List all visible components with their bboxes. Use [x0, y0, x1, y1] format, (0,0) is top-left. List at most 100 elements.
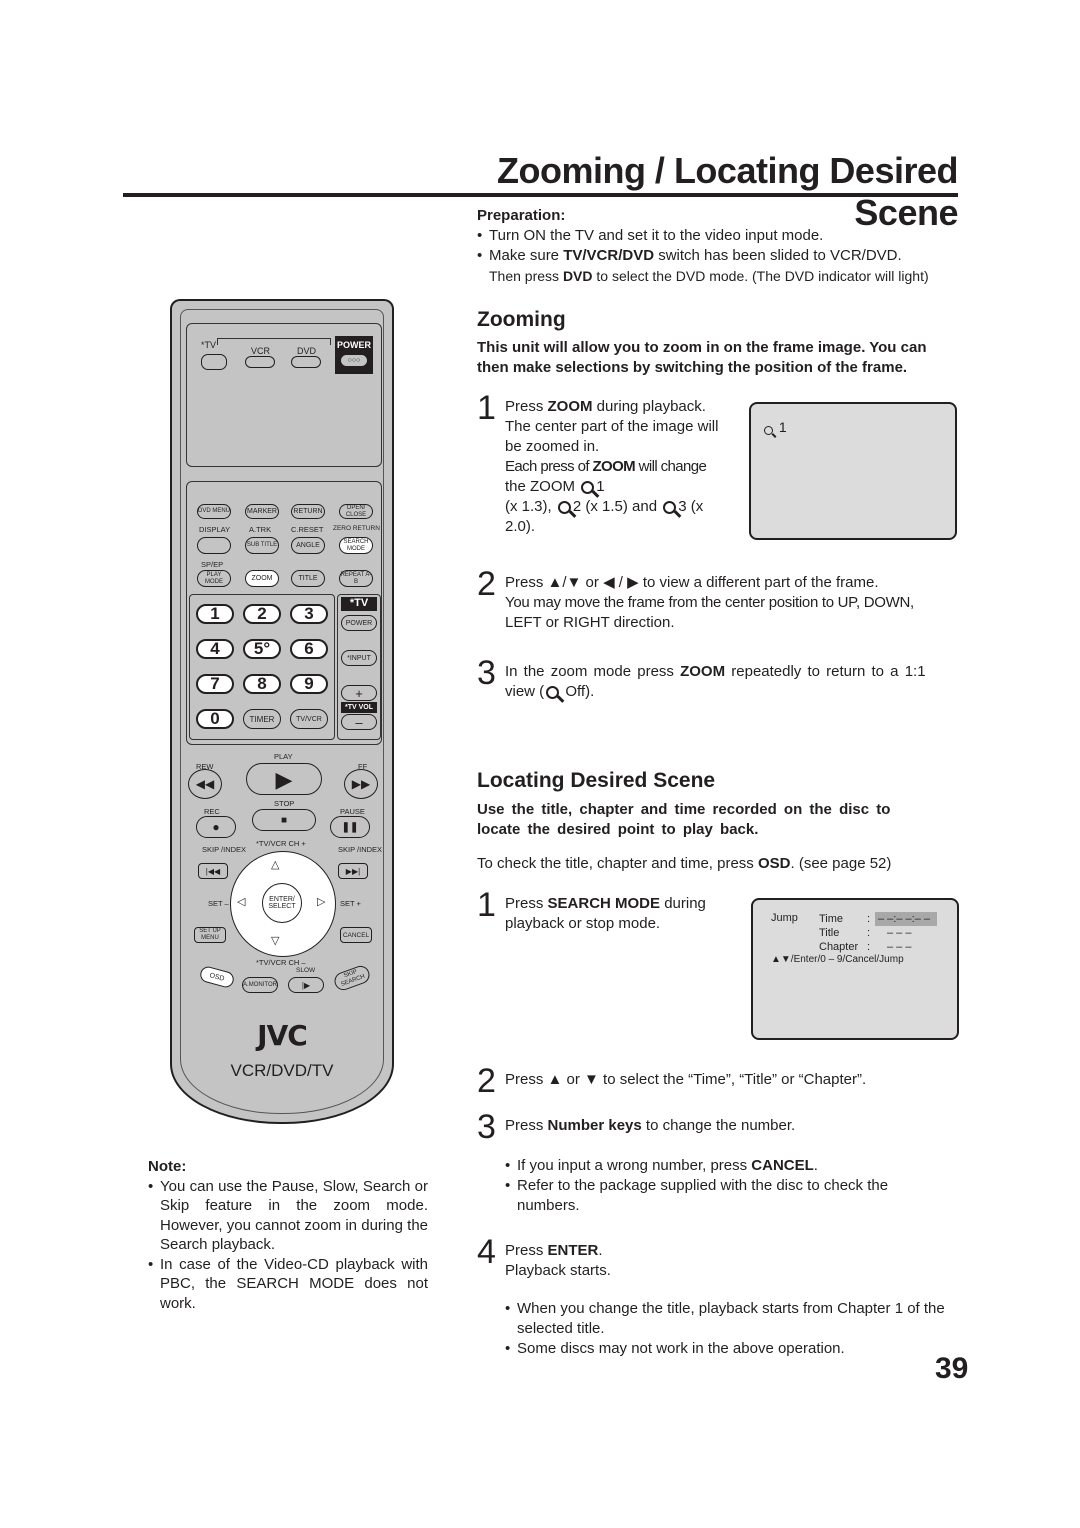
tv-volume-down-button[interactable]: –: [341, 714, 377, 730]
zoom-magnifier-icon: [663, 501, 677, 514]
vcr-button[interactable]: [245, 356, 275, 368]
open-close-button[interactable]: OPEN/ CLOSE: [339, 504, 373, 519]
left-arrow-button[interactable]: ◁: [237, 895, 245, 908]
zero-return-label: ZERO RETURN: [333, 525, 380, 532]
bullet: Refer to the package supplied with the d…: [505, 1176, 925, 1216]
jump-row-chapter[interactable]: Chapter: – – –: [819, 940, 937, 954]
play-label: PLAY: [274, 752, 293, 761]
note-bullet: In case of the Video-CD playback with PB…: [148, 1255, 428, 1314]
number-key-6[interactable]: 6: [290, 639, 328, 659]
repeat-ab-button[interactable]: REPEAT A-B: [339, 570, 373, 587]
skip-back-button[interactable]: |◀◀: [198, 863, 228, 879]
zoom-magnifier-icon: [557, 501, 571, 514]
subtitle-button[interactable]: SUB TITLE: [245, 537, 279, 554]
jump-row-title[interactable]: Title: – – –: [819, 926, 937, 940]
title-rule: [123, 193, 958, 197]
ch-up-label: *TV/VCR CH +: [256, 839, 306, 848]
step-number: 1: [477, 389, 496, 427]
a-monitor-button[interactable]: A.MONITOR: [242, 977, 278, 993]
skip-forward-icon: ▶▶|: [345, 866, 361, 876]
set-minus-label: SET –: [208, 899, 229, 908]
search-mode-button[interactable]: SEARCH MODE: [339, 537, 373, 554]
zoom-magnifier-icon: [764, 426, 773, 435]
preparation-section: Preparation: Turn ON the TV and set it t…: [477, 206, 967, 286]
rewind-icon: ◀◀: [195, 776, 215, 791]
rec-label: REC: [204, 807, 220, 816]
title-button[interactable]: TITLE: [291, 570, 325, 587]
note-heading: Note:: [148, 1158, 187, 1175]
enter-select-button[interactable]: ENTER/ SELECT: [262, 883, 302, 923]
tv-label: *TV: [201, 340, 217, 350]
dvd-button[interactable]: [291, 356, 321, 368]
tv-power-button[interactable]: POWER: [341, 615, 377, 631]
pause-label: PAUSE: [340, 807, 365, 816]
power-button[interactable]: ○○○: [340, 354, 368, 367]
angle-button[interactable]: ANGLE: [291, 537, 325, 554]
rewind-button[interactable]: ◀◀: [188, 769, 222, 799]
record-button[interactable]: ●: [196, 816, 236, 838]
jvc-logo: JVC: [257, 1019, 308, 1052]
tv-volume-up-button[interactable]: +: [341, 685, 377, 701]
dvd-label: DVD: [297, 346, 317, 356]
play-button[interactable]: ▶: [246, 763, 322, 795]
step-number: 1: [477, 886, 496, 924]
step-text: Press ▲/▼ or ◀ / ▶ to view a different p…: [505, 574, 914, 631]
tv-input-button[interactable]: *INPUT: [341, 650, 377, 666]
number-key-2[interactable]: 2: [243, 604, 281, 624]
locating-lead: Use the title, chapter and time recorded…: [477, 801, 891, 838]
fast-forward-button[interactable]: ▶▶: [344, 769, 378, 799]
step-text: In the zoom mode press ZOOM repeatedly t…: [505, 663, 926, 700]
top-panel: *TV VCR DVD POWER ○○○: [186, 323, 382, 467]
zoom-magnifier-icon: [581, 481, 595, 494]
dvd-menu-button[interactable]: DVD MENU: [197, 504, 231, 519]
jump-row-time[interactable]: Time: – –:– –:– –: [819, 912, 937, 926]
play-mode-button[interactable]: PLAY MODE: [197, 570, 231, 587]
skip-forward-button[interactable]: ▶▶|: [338, 863, 368, 879]
return-button[interactable]: RETURN: [291, 504, 325, 519]
number-key-9[interactable]: 9: [290, 674, 328, 694]
pause-button[interactable]: ❚❚: [330, 816, 370, 838]
zoom-step-1: 1 Press ZOOM during playback. The center…: [477, 391, 747, 547]
preparation-heading: Preparation:: [477, 207, 566, 224]
tv-vcr-dvd-switch[interactable]: [201, 354, 227, 370]
marker-button[interactable]: MARKER: [245, 504, 279, 519]
number-key-7[interactable]: 7: [196, 674, 234, 694]
down-arrow-button[interactable]: ▽: [271, 934, 279, 947]
tv-vcr-button[interactable]: TV/VCR: [290, 709, 328, 729]
page-number: 39: [935, 1352, 969, 1385]
skip-back-icon: |◀◀: [205, 866, 221, 876]
preparation-bullet: Turn ON the TV and set it to the video i…: [477, 226, 967, 246]
number-key-1[interactable]: 1: [196, 604, 234, 624]
stop-label: STOP: [274, 799, 295, 808]
step-number: 3: [477, 1108, 496, 1146]
timer-button[interactable]: TIMER: [243, 709, 281, 729]
right-arrow-button[interactable]: ▷: [317, 895, 325, 908]
display-button[interactable]: [197, 537, 231, 554]
number-key-8[interactable]: 8: [243, 674, 281, 694]
step-text: Press ENTER. Playback starts.: [505, 1242, 611, 1279]
setup-menu-button[interactable]: SET UP MENU: [194, 927, 226, 943]
skip-index-right-label: SKIP /INDEX: [338, 845, 383, 854]
osd-hint: To check the title, chapter and time, pr…: [477, 855, 892, 872]
number-key-0[interactable]: 0: [196, 709, 234, 729]
bullet: If you input a wrong number, press CANCE…: [505, 1156, 925, 1176]
zoom-screen-illustration: 1: [749, 402, 957, 540]
a-trk-label: A.TRK: [249, 525, 272, 534]
number-key-3[interactable]: 3: [290, 604, 328, 624]
stop-button[interactable]: ■: [252, 809, 316, 831]
search-mode-screen-illustration: Jump Time: – –:– –:– – Title: – – – Chapte…: [751, 898, 959, 1040]
step-number: 4: [477, 1233, 496, 1271]
note-bullet: You can use the Pause, Slow, Search or S…: [148, 1177, 428, 1255]
up-arrow-button[interactable]: △: [271, 858, 279, 871]
step-text: Press Number keys to change the number.: [505, 1117, 796, 1134]
jump-hint: ▲▼/Enter/0 – 9/Cancel/Jump: [771, 954, 904, 965]
number-key-4[interactable]: 4: [196, 639, 234, 659]
bullet: Some discs may not work in the above ope…: [505, 1339, 965, 1359]
locate-step-4: 4 Press ENTER. Playback starts.: [477, 1235, 967, 1286]
slow-button[interactable]: |▶: [288, 977, 324, 993]
cancel-button[interactable]: CANCEL: [340, 927, 372, 943]
vcr-label: VCR: [251, 346, 271, 356]
ch-down-label: *TV/VCR CH –: [256, 958, 306, 967]
zoom-button[interactable]: ZOOM: [245, 570, 279, 587]
number-key-5[interactable]: 5°: [243, 639, 281, 659]
